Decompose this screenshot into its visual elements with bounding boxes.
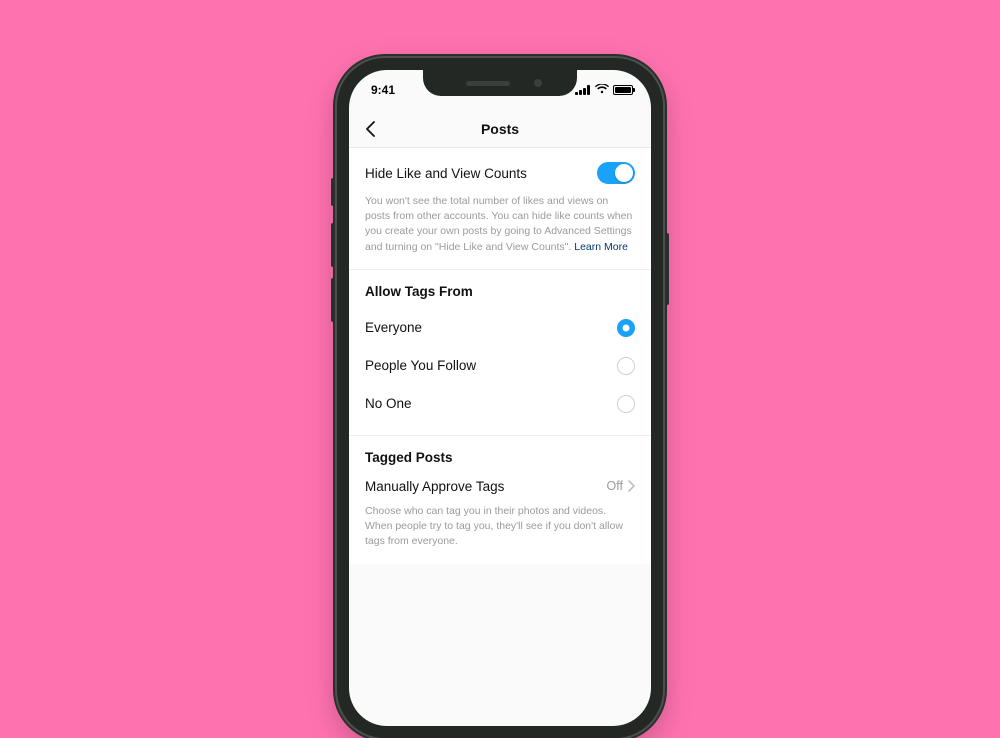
radio-unselected-icon xyxy=(617,395,635,413)
toggle-knob-icon xyxy=(615,164,633,182)
status-indicators xyxy=(575,83,633,97)
radio-selected-icon xyxy=(617,319,635,337)
screen: 9:41 Posts Hide Like xyxy=(349,70,651,726)
hide-counts-label: Hide Like and View Counts xyxy=(365,166,527,181)
back-button[interactable] xyxy=(359,117,383,141)
tagged-posts-help: Choose who can tag you in their photos a… xyxy=(365,504,635,550)
power-button xyxy=(665,233,669,305)
page-title: Posts xyxy=(481,121,519,137)
chevron-left-icon xyxy=(365,121,377,137)
hide-counts-help: You won't see the total number of likes … xyxy=(365,194,635,255)
front-camera-icon xyxy=(534,79,542,87)
allow-tags-option-everyone[interactable]: Everyone xyxy=(365,311,635,345)
manually-approve-tags-row[interactable]: Manually Approve Tags Off xyxy=(365,477,635,494)
mute-switch xyxy=(331,178,335,206)
nav-bar: Posts xyxy=(349,110,651,148)
cellular-signal-icon xyxy=(575,85,591,95)
tagged-posts-section: Tagged Posts Manually Approve Tags Off C… xyxy=(349,436,651,564)
option-label: People You Follow xyxy=(365,358,476,373)
phone-frame: 9:41 Posts Hide Like xyxy=(337,58,663,738)
hide-counts-section: Hide Like and View Counts You won't see … xyxy=(349,148,651,270)
volume-down-button xyxy=(331,278,335,322)
notch xyxy=(423,70,577,96)
radio-unselected-icon xyxy=(617,357,635,375)
volume-up-button xyxy=(331,223,335,267)
learn-more-link[interactable]: Learn More xyxy=(574,241,628,253)
tagged-posts-title: Tagged Posts xyxy=(365,450,635,465)
approve-tags-value: Off xyxy=(607,479,623,493)
allow-tags-option-no-one[interactable]: No One xyxy=(365,387,635,421)
battery-icon xyxy=(613,85,633,95)
option-label: Everyone xyxy=(365,320,422,335)
chevron-right-icon xyxy=(627,480,635,492)
hide-counts-toggle[interactable] xyxy=(597,162,635,184)
allow-tags-section: Allow Tags From Everyone People You Foll… xyxy=(349,270,651,436)
allow-tags-title: Allow Tags From xyxy=(365,284,635,299)
option-label: No One xyxy=(365,396,412,411)
approve-tags-value-group: Off xyxy=(607,479,635,493)
status-time: 9:41 xyxy=(371,83,395,97)
allow-tags-option-people-you-follow[interactable]: People You Follow xyxy=(365,349,635,383)
content: Hide Like and View Counts You won't see … xyxy=(349,148,651,564)
approve-tags-label: Manually Approve Tags xyxy=(365,479,504,494)
speaker-icon xyxy=(466,81,510,86)
wifi-icon xyxy=(595,83,609,97)
